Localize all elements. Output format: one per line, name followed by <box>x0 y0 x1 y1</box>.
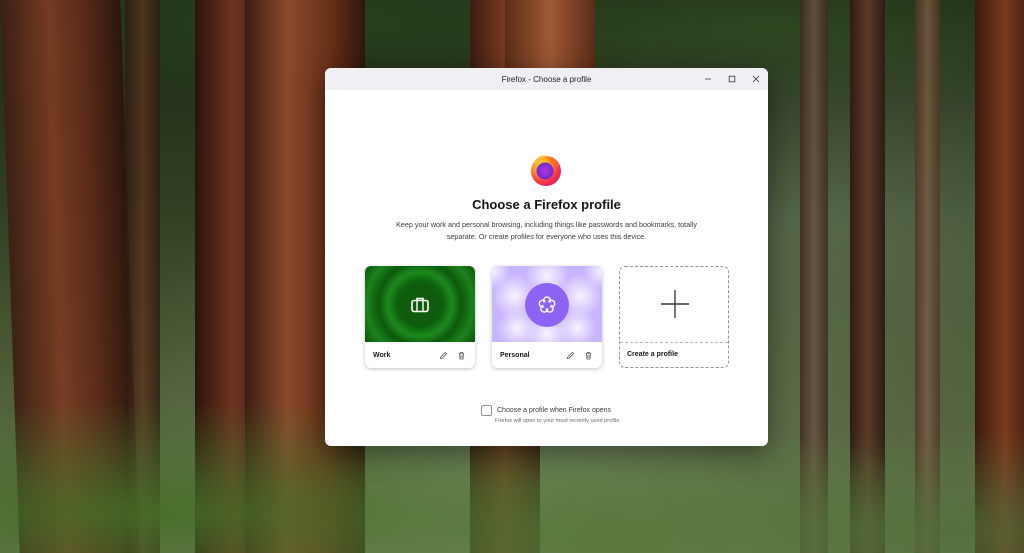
trash-icon <box>585 351 591 360</box>
wallpaper-tree-trunk <box>505 0 595 70</box>
create-profile-button[interactable]: Create a profile <box>619 266 729 368</box>
close-icon <box>752 75 760 83</box>
profile-card-personal[interactable]: Personal <box>492 266 602 368</box>
delete-profile-button[interactable] <box>455 349 467 361</box>
maximize-icon <box>728 75 736 83</box>
profile-card-footer: Work <box>365 342 475 368</box>
edit-profile-button[interactable] <box>437 349 449 361</box>
profile-card-footer: Personal <box>492 342 602 368</box>
create-profile-label: Create a profile <box>627 351 678 358</box>
close-button[interactable] <box>744 68 768 90</box>
profile-chooser-window: Firefox - Choose a profile Choose a Fire… <box>325 68 768 446</box>
pencil-icon <box>439 351 447 359</box>
delete-profile-button[interactable] <box>582 349 594 361</box>
flower-icon <box>538 296 556 313</box>
briefcase-icon <box>411 297 429 313</box>
title-bar[interactable]: Firefox - Choose a profile <box>325 68 768 90</box>
window-controls <box>696 68 768 90</box>
profile-card-work[interactable]: Work <box>365 266 475 368</box>
profile-card-art <box>492 266 602 342</box>
plus-icon <box>661 290 689 318</box>
profile-name: Personal <box>500 351 530 359</box>
choose-profile-on-startup-checkbox[interactable] <box>481 405 492 416</box>
edit-profile-button[interactable] <box>564 349 576 361</box>
startup-option-row: Choose a profile when Firefox opens <box>481 405 611 416</box>
maximize-button[interactable] <box>720 68 744 90</box>
profile-name: Work <box>373 351 391 359</box>
dialog-heading: Choose a Firefox profile <box>472 197 621 212</box>
startup-option-label[interactable]: Choose a profile when Firefox opens <box>497 407 611 414</box>
create-card-divider <box>620 342 728 343</box>
minimize-button[interactable] <box>696 68 720 90</box>
trash-icon <box>458 351 464 360</box>
pencil-icon <box>566 351 574 359</box>
minimize-icon <box>705 78 711 80</box>
window-title: Firefox - Choose a profile <box>501 74 592 84</box>
startup-option-hint: Firefox will open to your most recently … <box>495 418 621 424</box>
profile-avatar <box>398 283 442 327</box>
dialog-description: Keep your work and personal browsing, in… <box>396 220 697 241</box>
firefox-logo <box>531 155 561 186</box>
dialog-content: Choose a Firefox profile Keep your work … <box>325 90 768 446</box>
profile-card-art <box>365 266 475 342</box>
profile-avatar <box>525 283 569 327</box>
